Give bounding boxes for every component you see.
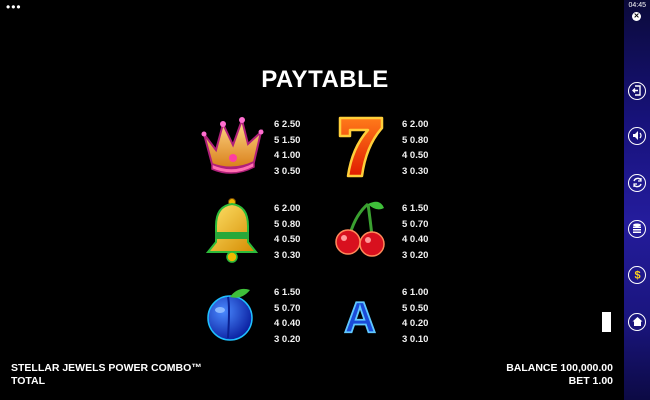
payout-line: 3 0.30	[274, 249, 301, 261]
menu-dots-icon[interactable]: •••	[6, 0, 22, 14]
payout-line: 6 2.50	[274, 119, 301, 130]
bet-display: BET 1.00	[568, 375, 613, 387]
plum-icon	[207, 288, 253, 341]
payout-line: 5 1.50	[274, 134, 301, 146]
scrollbar-thumb[interactable]	[602, 312, 611, 332]
payout-line: 3 0.30	[402, 165, 429, 177]
seven-payouts: 6 2.00 5 0.80 4 0.50 3 0.30	[402, 117, 428, 179]
letter-a-payouts: 6 1.00 5 0.50 4 0.20 3 0.10	[402, 285, 428, 347]
payout-line: 4 0.50	[402, 150, 429, 161]
payout-line: 6 1.50	[274, 287, 301, 298]
seven-icon	[338, 116, 384, 178]
footer-left: STELLAR JEWELS POWER COMBO™ TOTAL	[11, 362, 202, 388]
payout-line: 5 0.80	[274, 218, 301, 230]
home-icon[interactable]	[628, 313, 646, 331]
cherries-icon	[335, 201, 385, 257]
payout-line: 5 0.80	[402, 134, 429, 146]
payout-line: 3 0.20	[274, 333, 301, 345]
payout-line: 6 1.50	[402, 203, 429, 214]
payout-line: 6 2.00	[274, 203, 301, 214]
clock: 04:45	[628, 2, 646, 9]
payout-line: 6 2.00	[402, 119, 429, 130]
footer-right: BALANCE 100,000.00 BET 1.00	[506, 362, 613, 388]
payout-line: 4 0.20	[402, 318, 429, 329]
payout-line: 4 0.40	[402, 234, 429, 245]
sound-icon[interactable]	[628, 127, 646, 145]
paytable-entry-seven: 6 2.00 5 0.80 4 0.50 3 0.30	[326, 112, 546, 182]
exit-icon[interactable]	[628, 82, 646, 100]
balance-display: BALANCE 100,000.00	[506, 362, 613, 374]
letter-a-icon: A	[343, 292, 377, 343]
game-name: STELLAR JEWELS POWER COMBO™	[11, 362, 202, 374]
bell-payouts: 6 2.00 5 0.80 4 0.50 3 0.30	[274, 201, 300, 263]
payout-line: 3 0.50	[274, 165, 301, 177]
bell-icon	[205, 198, 259, 263]
plum-payouts: 6 1.50 5 0.70 4 0.40 3 0.20	[274, 285, 300, 347]
paytable-entry-cherries: 6 1.50 5 0.70 4 0.40 3 0.20	[326, 196, 546, 266]
payout-line: 4 1.00	[274, 150, 301, 161]
total-label: TOTAL	[11, 375, 46, 387]
paytable-title: PAYTABLE	[261, 66, 389, 93]
payout-line: 5 0.70	[402, 218, 429, 230]
crown-payouts: 6 2.50 5 1.50 4 1.00 3 0.50	[274, 117, 300, 179]
close-icon[interactable]: ✕	[632, 12, 641, 21]
payout-line: 6 1.00	[402, 287, 429, 298]
side-menu: 04:45 ✕ $	[624, 0, 650, 400]
dollar-icon[interactable]: $	[628, 266, 646, 284]
payout-line: 4 0.40	[274, 318, 301, 329]
autoplay-icon[interactable]	[628, 174, 646, 192]
letter-a-glyph: A	[344, 293, 376, 342]
paytable-entry-a: A 6 1.00 5 0.50 4 0.20 3 0.10	[326, 280, 546, 350]
payout-line: 5 0.70	[274, 302, 301, 314]
coins-icon[interactable]	[628, 220, 646, 238]
cherries-payouts: 6 1.50 5 0.70 4 0.40 3 0.20	[402, 201, 428, 263]
payout-line: 3 0.20	[402, 249, 429, 261]
payout-line: 5 0.50	[402, 302, 429, 314]
payout-line: 3 0.10	[402, 333, 429, 345]
payout-line: 4 0.50	[274, 234, 301, 245]
crown-icon	[201, 116, 264, 174]
svg-text:$: $	[634, 270, 640, 282]
